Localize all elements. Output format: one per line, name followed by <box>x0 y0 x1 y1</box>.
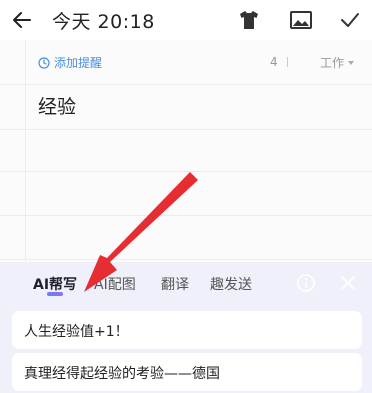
divider <box>287 57 288 67</box>
tab-fun-send[interactable]: 趣发送 <box>210 274 252 294</box>
tab-translate[interactable]: 翻译 <box>161 274 189 294</box>
suggestion-item[interactable]: 人生经验值+1！ <box>12 311 362 349</box>
top-bar: 今天 20:18 <box>0 0 372 40</box>
category-dropdown[interactable]: 工作 <box>320 54 355 71</box>
tab-ai-image[interactable]: AI配图 <box>94 274 136 294</box>
char-count: 4 <box>270 55 278 69</box>
shirt-icon[interactable] <box>237 8 261 32</box>
image-icon[interactable] <box>289 8 313 32</box>
close-icon[interactable] <box>338 273 358 293</box>
ai-tab-bar: AI帮写 AI配图 翻译 趣发送 <box>0 262 372 302</box>
ruled-line <box>0 215 372 216</box>
category-label: 工作 <box>320 56 345 70</box>
tab-ai-write[interactable]: AI帮写 <box>33 274 77 294</box>
note-body-text[interactable]: 经验 <box>38 92 76 119</box>
checkmark-icon[interactable] <box>338 8 362 32</box>
reminder-label: 添加提醒 <box>54 56 103 70</box>
info-icon[interactable] <box>296 273 316 293</box>
ruled-line <box>0 259 372 260</box>
ruled-line <box>0 171 372 172</box>
add-reminder-button[interactable]: 添加提醒 <box>38 54 102 71</box>
clock-icon <box>38 56 50 69</box>
ai-panel: AI帮写 AI配图 翻译 趣发送 人生经验值+1！ 真理经得起经验的考验——德国 <box>0 262 372 393</box>
margin-line <box>25 40 26 262</box>
ruled-line <box>0 84 372 85</box>
page-title: 今天 20:18 <box>52 11 155 33</box>
chevron-down-icon <box>348 60 355 65</box>
active-tab-indicator <box>47 292 63 296</box>
note-editor[interactable]: 添加提醒 4 工作 经验 <box>0 40 372 262</box>
back-arrow-icon[interactable] <box>10 8 34 32</box>
ruled-line <box>0 129 372 130</box>
suggestion-item[interactable]: 真理经得起经验的考验——德国 <box>12 353 362 391</box>
